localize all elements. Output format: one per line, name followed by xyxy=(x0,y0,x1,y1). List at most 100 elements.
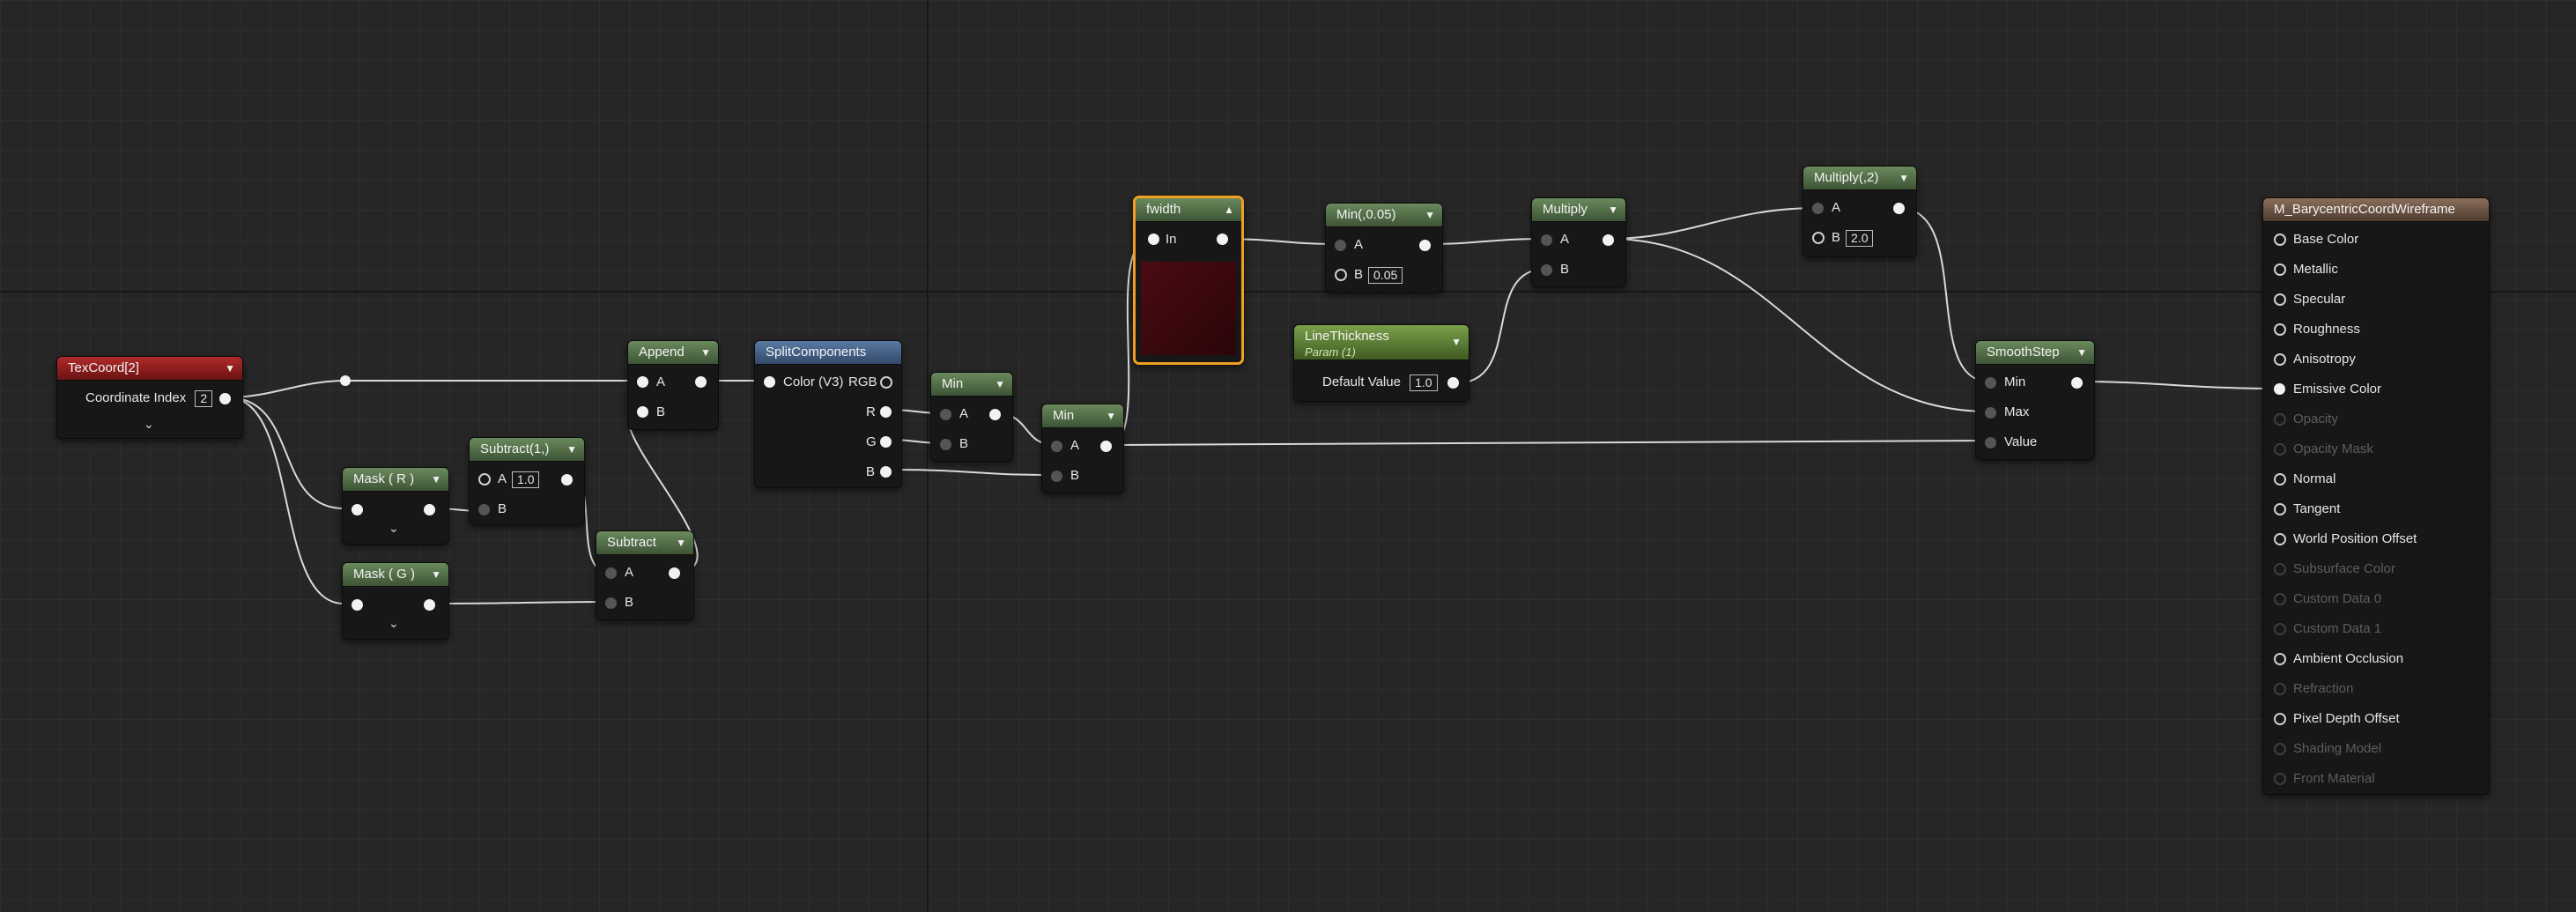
output-pin[interactable] xyxy=(1893,203,1905,214)
material-input-pin[interactable] xyxy=(2274,353,2286,366)
material-input-pin[interactable] xyxy=(2274,623,2286,635)
chevron-down-icon[interactable]: ▼ xyxy=(1451,334,1462,350)
chevron-down-icon[interactable]: ▼ xyxy=(431,563,441,586)
input-pin-color[interactable] xyxy=(764,376,775,388)
output-pin[interactable] xyxy=(989,409,1001,420)
node-multiply[interactable]: Multiply ▼ A B xyxy=(1531,197,1626,287)
output-pin[interactable] xyxy=(2071,377,2083,389)
wire-texcoord-mask-r xyxy=(226,397,344,509)
input-pin-b[interactable] xyxy=(940,439,951,450)
node-smoothstep[interactable]: SmoothStep ▼ Min Max Value xyxy=(1975,340,2095,460)
input-pin-a[interactable] xyxy=(605,567,617,579)
input-pin-a[interactable] xyxy=(1335,240,1346,251)
material-input-pin[interactable] xyxy=(2274,234,2286,246)
chevron-down-icon[interactable]: ▼ xyxy=(700,341,711,364)
input-pin-a[interactable] xyxy=(637,376,648,388)
value-field-b[interactable]: 0.05 xyxy=(1368,266,1403,284)
expand-chevron-icon[interactable]: ⌄ xyxy=(389,521,399,536)
output-pin[interactable] xyxy=(424,599,435,611)
material-input-pin[interactable] xyxy=(2274,533,2286,545)
material-input-pin[interactable] xyxy=(2274,293,2286,306)
default-value-field[interactable]: 1.0 xyxy=(1410,374,1438,391)
input-pin-max[interactable] xyxy=(1985,407,1996,419)
output-pin-b[interactable] xyxy=(880,466,892,478)
material-input-pin[interactable] xyxy=(2274,713,2286,725)
material-input-pin[interactable] xyxy=(2274,593,2286,605)
output-pin[interactable] xyxy=(561,474,573,486)
input-pin-b[interactable] xyxy=(1812,232,1825,244)
chevron-down-icon[interactable]: ▼ xyxy=(2076,341,2087,364)
output-pin[interactable] xyxy=(1447,377,1459,389)
material-input-pin[interactable] xyxy=(2274,263,2286,276)
chevron-down-icon[interactable]: ▼ xyxy=(1425,204,1435,226)
node-min-2[interactable]: Min ▼ A B xyxy=(1041,404,1124,493)
chevron-down-icon[interactable]: ▼ xyxy=(225,357,235,380)
node-subtract-1[interactable]: Subtract(1,) ▼ A 1.0 B xyxy=(469,437,585,525)
input-pin[interactable] xyxy=(352,599,363,611)
material-input-pin[interactable] xyxy=(2274,773,2286,785)
node-texcoord[interactable]: TexCoord[2] ▼ Coordinate Index 2 ⌄ xyxy=(56,356,243,439)
material-input-pin[interactable] xyxy=(2274,383,2285,395)
chevron-down-icon[interactable]: ▼ xyxy=(1608,198,1618,221)
chevron-down-icon[interactable]: ▼ xyxy=(1899,167,1909,189)
output-pin[interactable] xyxy=(1100,441,1112,452)
output-pin-r[interactable] xyxy=(880,406,892,418)
material-input-pin[interactable] xyxy=(2274,443,2286,456)
material-input-pin[interactable] xyxy=(2274,683,2286,695)
node-min-005[interactable]: Min(,0.05) ▼ A B 0.05 xyxy=(1325,203,1443,293)
input-pin-b[interactable] xyxy=(1541,264,1552,276)
output-pin-g[interactable] xyxy=(880,436,892,448)
input-pin-in[interactable] xyxy=(1148,234,1159,245)
node-line-thickness[interactable]: LineThickness Param (1) ▼ Default Value 1.… xyxy=(1293,324,1469,402)
chevron-down-icon[interactable]: ▼ xyxy=(676,531,686,554)
material-input-pin[interactable] xyxy=(2274,473,2286,486)
material-input-pin[interactable] xyxy=(2274,323,2286,336)
input-pin-value[interactable] xyxy=(1985,437,1996,449)
input-pin-a[interactable] xyxy=(478,473,491,486)
node-mask-r[interactable]: Mask ( R ) ▼ ⌄ xyxy=(342,467,449,545)
value-field-a[interactable]: 1.0 xyxy=(512,471,540,488)
node-append[interactable]: Append ▼ A B xyxy=(627,340,719,430)
chevron-up-icon[interactable]: ▲ xyxy=(1224,198,1234,221)
value-field-b[interactable]: 2.0 xyxy=(1846,229,1874,247)
node-material-result[interactable]: M_BarycentricCoordWireframe Base Color Me… xyxy=(2262,197,2490,795)
output-pin[interactable] xyxy=(219,393,231,404)
input-pin-b[interactable] xyxy=(637,406,648,418)
expand-chevron-icon[interactable]: ⌄ xyxy=(389,616,399,631)
output-pin[interactable] xyxy=(669,567,680,579)
output-pin[interactable] xyxy=(1217,234,1228,245)
output-pin[interactable] xyxy=(1419,240,1431,251)
node-subtract[interactable]: Subtract ▼ A B xyxy=(596,530,694,620)
input-pin-a[interactable] xyxy=(940,409,951,420)
node-min-1[interactable]: Min ▼ A B xyxy=(930,372,1013,462)
input-pin-b[interactable] xyxy=(1335,269,1347,281)
coordinate-index-field[interactable]: 2 xyxy=(195,389,213,407)
input-pin[interactable] xyxy=(352,504,363,515)
input-pin-b[interactable] xyxy=(478,504,490,515)
output-pin[interactable] xyxy=(424,504,435,515)
node-split-components[interactable]: SplitComponents Color (V3) RGB R G B xyxy=(754,340,902,488)
node-mask-g[interactable]: Mask ( G ) ▼ ⌄ xyxy=(342,562,449,640)
material-input-pin[interactable] xyxy=(2274,563,2286,575)
expand-chevron-icon[interactable]: ⌄ xyxy=(144,417,154,432)
chevron-down-icon[interactable]: ▼ xyxy=(431,468,441,491)
material-input-pin[interactable] xyxy=(2274,503,2286,515)
output-pin[interactable] xyxy=(1603,234,1614,246)
material-input-pin[interactable] xyxy=(2274,653,2286,665)
input-pin-a[interactable] xyxy=(1812,203,1824,214)
input-pin-a[interactable] xyxy=(1541,234,1552,246)
output-pin[interactable] xyxy=(695,376,707,388)
chevron-down-icon[interactable]: ▼ xyxy=(995,373,1005,396)
material-input-pin[interactable] xyxy=(2274,413,2286,426)
input-pin-min[interactable] xyxy=(1985,377,1996,389)
chevron-down-icon[interactable]: ▼ xyxy=(566,438,577,461)
material-input-pin[interactable] xyxy=(2274,743,2286,755)
node-subtitle: Param (1) xyxy=(1305,345,1356,359)
input-pin-b[interactable] xyxy=(605,597,617,609)
output-pin-rgb[interactable] xyxy=(880,376,892,389)
node-multiply-2[interactable]: Multiply(,2) ▼ A B 2.0 xyxy=(1802,166,1917,257)
chevron-down-icon[interactable]: ▼ xyxy=(1106,404,1116,427)
input-pin-a[interactable] xyxy=(1051,441,1062,452)
node-fwidth[interactable]: fwidth ▲ In xyxy=(1133,196,1244,365)
input-pin-b[interactable] xyxy=(1051,471,1062,482)
